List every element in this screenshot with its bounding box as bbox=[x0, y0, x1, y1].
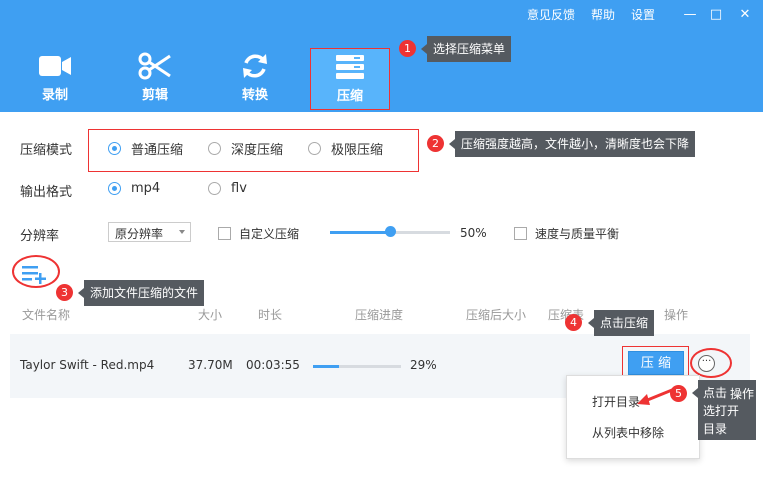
radio-extreme-compress[interactable]: 极限压缩 bbox=[308, 139, 383, 158]
col-duration: 时长 bbox=[258, 308, 283, 322]
callout-number-1: 1 bbox=[399, 40, 416, 57]
callout-tip-1: 选择压缩菜单 bbox=[420, 36, 512, 62]
tab-compress[interactable]: 压缩 bbox=[310, 48, 390, 110]
output-format-label: 输出格式 bbox=[20, 185, 73, 200]
col-compressed-size: 压缩后大小 bbox=[466, 308, 527, 322]
highlight-ellipse bbox=[690, 348, 732, 378]
top-links: 意见反馈 帮助 设置 bbox=[527, 6, 671, 23]
resolution-value: 原分辨率 bbox=[115, 227, 164, 241]
minimize-button[interactable]: — bbox=[683, 8, 697, 22]
radio-mp4[interactable]: mp4 bbox=[108, 181, 160, 196]
tab-label: 剪辑 bbox=[141, 88, 168, 103]
callout-number-3: 3 bbox=[56, 284, 73, 301]
callout-number-5: 5 bbox=[670, 385, 687, 402]
radio-flv[interactable]: flv bbox=[208, 181, 247, 196]
callout-number-2: 2 bbox=[427, 135, 444, 152]
menu-item-open-folder[interactable]: 打开目录 bbox=[592, 393, 640, 410]
radio-normal-compress[interactable]: 普通压缩 bbox=[108, 139, 183, 158]
feedback-link[interactable]: 意见反馈 bbox=[527, 6, 575, 23]
speed-quality-balance-checkbox[interactable]: 速度与质量平衡 bbox=[514, 225, 619, 242]
col-actions: 操作 bbox=[664, 308, 689, 322]
maximize-button[interactable]: □ bbox=[709, 8, 723, 22]
help-link[interactable]: 帮助 bbox=[591, 6, 615, 23]
scissors-icon bbox=[115, 48, 195, 84]
quality-value: 50% bbox=[460, 226, 487, 240]
progress-bar-fill bbox=[313, 365, 339, 368]
compress-mode-label: 压缩模式 bbox=[20, 143, 73, 158]
settings-link[interactable]: 设置 bbox=[631, 6, 655, 23]
col-progress: 压缩进度 bbox=[355, 308, 404, 322]
menu-item-remove-from-list[interactable]: 从列表中移除 bbox=[592, 424, 664, 441]
refresh-icon bbox=[215, 48, 295, 84]
tab-label: 压缩 bbox=[336, 89, 363, 104]
quality-slider-thumb[interactable] bbox=[384, 226, 396, 237]
top-bar: 意见反馈 帮助 设置 — □ ✕ 录制 剪辑 转换 压缩 bbox=[0, 0, 763, 112]
progress-text: 29% bbox=[410, 358, 437, 372]
tab-convert[interactable]: 转换 bbox=[215, 48, 295, 110]
resolution-select[interactable]: 原分辨率 bbox=[108, 222, 191, 242]
col-file-name: 文件名称 bbox=[22, 308, 71, 322]
file-name: Taylor Swift - Red.mp4 bbox=[20, 358, 155, 372]
quality-slider-fill bbox=[330, 231, 390, 234]
tab-edit[interactable]: 剪辑 bbox=[115, 48, 195, 110]
callout-tip-2: 压缩强度越高，文件越小，清晰度也会下降 bbox=[448, 131, 696, 157]
callout-tip-4: 点击压缩 bbox=[587, 310, 655, 336]
tab-record[interactable]: 录制 bbox=[15, 48, 95, 110]
highlight-ellipse bbox=[12, 255, 60, 288]
file-duration: 00:03:55 bbox=[246, 358, 300, 372]
chevron-down-icon bbox=[179, 230, 185, 234]
tab-label: 录制 bbox=[41, 88, 68, 103]
col-size: 大小 bbox=[198, 308, 223, 322]
tab-label: 转换 bbox=[241, 88, 268, 103]
file-size: 37.70M bbox=[188, 358, 233, 372]
resolution-label: 分辨率 bbox=[20, 229, 60, 244]
video-camera-icon bbox=[15, 48, 95, 84]
close-button[interactable]: ✕ bbox=[738, 8, 752, 22]
radio-deep-compress[interactable]: 深度压缩 bbox=[208, 139, 283, 158]
callout-tip-3: 添加文件压缩的文件 bbox=[77, 280, 205, 306]
compress-icon bbox=[311, 49, 389, 85]
compress-panel: 压缩模式 普通压缩 深度压缩 极限压缩 输出格式 mp4 flv 分辨率 原分辨… bbox=[0, 112, 763, 501]
callout-number-4: 4 bbox=[565, 314, 582, 331]
compress-button[interactable]: 压 缩 bbox=[628, 351, 684, 375]
custom-compress-checkbox[interactable]: 自定义压缩 bbox=[218, 225, 299, 242]
callout-overlay-text: 操作 bbox=[730, 387, 755, 401]
